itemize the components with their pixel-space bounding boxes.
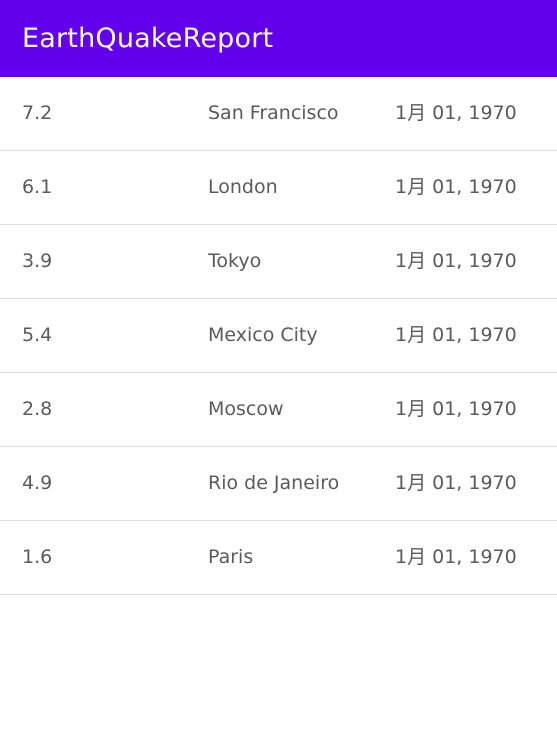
list-item[interactable]: 2.8 Moscow 1月 01, 1970 <box>0 373 557 447</box>
app-title: EarthQuakeReport <box>22 23 274 54</box>
magnitude-text: 7.2 <box>22 102 53 124</box>
date-text: 1月 01, 1970 <box>395 472 517 494</box>
location-text: Paris <box>208 546 254 568</box>
list-item[interactable]: 5.4 Mexico City 1月 01, 1970 <box>0 299 557 373</box>
magnitude-text: 3.9 <box>22 250 53 272</box>
list-item[interactable]: 4.9 Rio de Janeiro 1月 01, 1970 <box>0 447 557 521</box>
location-text: Rio de Janeiro <box>208 472 340 494</box>
location-text: Tokyo <box>208 250 262 272</box>
magnitude-text: 2.8 <box>22 398 53 420</box>
date-text: 1月 01, 1970 <box>395 102 517 124</box>
earthquake-list[interactable]: 7.2 San Francisco 1月 01, 1970 6.1 London… <box>0 77 557 595</box>
date-text: 1月 01, 1970 <box>395 250 517 272</box>
date-text: 1月 01, 1970 <box>395 398 517 420</box>
date-text: 1月 01, 1970 <box>395 176 517 198</box>
location-text: London <box>208 176 278 198</box>
list-item[interactable]: 1.6 Paris 1月 01, 1970 <box>0 521 557 595</box>
date-text: 1月 01, 1970 <box>395 324 517 346</box>
app-screen: EarthQuakeReport 7.2 San Francisco 1月 01… <box>0 0 557 748</box>
magnitude-text: 4.9 <box>22 472 53 494</box>
location-text: Mexico City <box>208 324 318 346</box>
app-bar: EarthQuakeReport <box>0 0 557 77</box>
magnitude-text: 5.4 <box>22 324 53 346</box>
list-item[interactable]: 6.1 London 1月 01, 1970 <box>0 151 557 225</box>
magnitude-text: 6.1 <box>22 176 53 198</box>
date-text: 1月 01, 1970 <box>395 546 517 568</box>
location-text: Moscow <box>208 398 284 420</box>
list-item[interactable]: 3.9 Tokyo 1月 01, 1970 <box>0 225 557 299</box>
location-text: San Francisco <box>208 102 339 124</box>
list-item[interactable]: 7.2 San Francisco 1月 01, 1970 <box>0 77 557 151</box>
magnitude-text: 1.6 <box>22 546 53 568</box>
